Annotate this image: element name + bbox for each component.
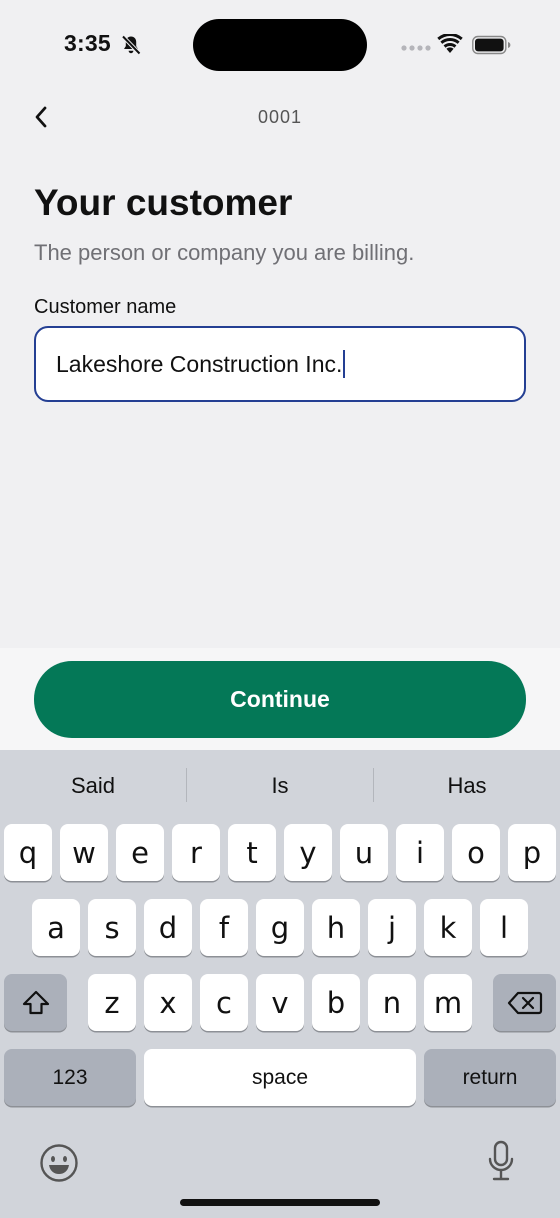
continue-button[interactable]: Continue — [34, 661, 526, 738]
key-b[interactable]: b — [312, 974, 360, 1031]
emoji-icon[interactable] — [39, 1143, 79, 1183]
battery-icon — [472, 35, 511, 55]
key-m[interactable]: m — [424, 974, 472, 1031]
home-indicator — [180, 1199, 380, 1206]
key-v[interactable]: v — [256, 974, 304, 1031]
key-r[interactable]: r — [172, 824, 220, 881]
customer-name-label: Customer name — [34, 296, 177, 318]
suggestion-is[interactable]: Is — [187, 750, 373, 822]
key-i[interactable]: i — [396, 824, 444, 881]
key-l[interactable]: l — [480, 899, 528, 956]
key-h[interactable]: h — [312, 899, 360, 956]
customer-name-value: Lakeshore Construction Inc. — [56, 350, 343, 377]
cellular-signal-icon — [401, 45, 431, 51]
delete-backspace-icon — [507, 991, 542, 1014]
suggestion-said[interactable]: Said — [0, 750, 186, 822]
suggestion-bar: Said Is Has — [0, 750, 560, 822]
return-key[interactable]: return — [424, 1049, 556, 1106]
key-s[interactable]: s — [88, 899, 136, 956]
key-d[interactable]: d — [144, 899, 192, 956]
key-x[interactable]: x — [144, 974, 192, 1031]
suggestion-has[interactable]: Has — [374, 750, 560, 822]
key-t[interactable]: t — [228, 824, 276, 881]
key-e[interactable]: e — [116, 824, 164, 881]
numbers-key[interactable]: 123 — [4, 1049, 136, 1106]
page-title: Your customer — [34, 182, 293, 223]
key-c[interactable]: c — [200, 974, 248, 1031]
text-caret — [343, 350, 346, 378]
wifi-icon — [437, 34, 463, 53]
space-key[interactable]: space — [144, 1049, 416, 1106]
keyboard: Said Is Has q w e r t y u i o p a s d f … — [0, 750, 560, 1218]
key-y[interactable]: y — [284, 824, 332, 881]
page-subtitle: The person or company you are billing. — [34, 240, 415, 265]
key-q[interactable]: q — [4, 824, 52, 881]
key-f[interactable]: f — [200, 899, 248, 956]
key-n[interactable]: n — [368, 974, 416, 1031]
nav-title: 0001 — [257, 107, 303, 127]
bell-slash-icon — [121, 35, 141, 55]
key-u[interactable]: u — [340, 824, 388, 881]
key-p[interactable]: p — [508, 824, 556, 881]
key-j[interactable]: j — [368, 899, 416, 956]
key-o[interactable]: o — [452, 824, 500, 881]
delete-key[interactable] — [493, 974, 556, 1031]
shift-key[interactable] — [4, 974, 67, 1031]
key-w[interactable]: w — [60, 824, 108, 881]
customer-name-input[interactable]: Lakeshore Construction Inc. — [34, 326, 526, 402]
screen: 3:35 0001 Your customer The person or co… — [0, 0, 560, 1218]
dynamic-island — [193, 19, 367, 71]
microphone-icon[interactable] — [486, 1140, 516, 1184]
key-a[interactable]: a — [32, 899, 80, 956]
key-g[interactable]: g — [256, 899, 304, 956]
shift-icon — [22, 990, 49, 1014]
key-k[interactable]: k — [424, 899, 472, 956]
status-time: 3:35 — [64, 30, 111, 56]
key-z[interactable]: z — [88, 974, 136, 1031]
